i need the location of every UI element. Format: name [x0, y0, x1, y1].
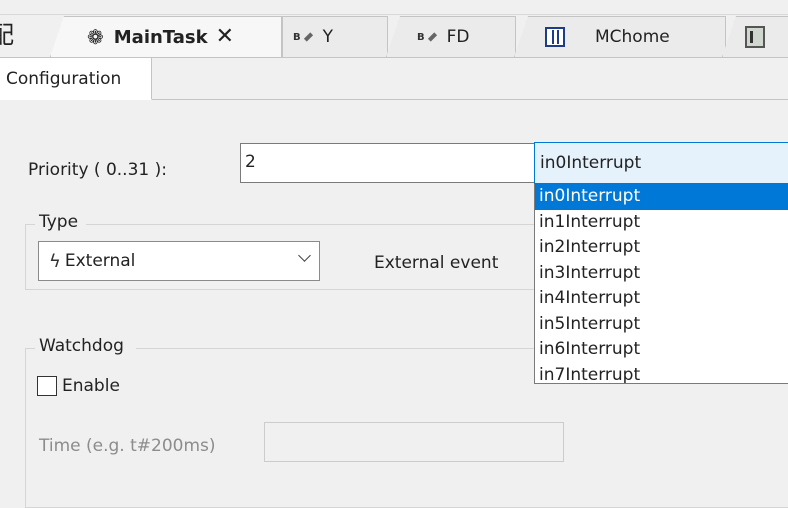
tab-label: MainTask — [113, 26, 208, 48]
external-event-value: in0Interrupt — [540, 153, 642, 173]
lightning-icon: ϟ — [49, 250, 61, 272]
pou-icon: B — [293, 32, 313, 43]
dropdown-option[interactable]: in4Interrupt — [535, 286, 788, 312]
tab-configuration[interactable]: Configuration — [0, 58, 152, 100]
tab-device-partial[interactable] — [722, 16, 788, 57]
external-event-label: External event — [374, 253, 499, 273]
time-input[interactable] — [264, 422, 564, 462]
external-event-dropdown-list: in0Interrupt in1Interrupt in2Interrupt i… — [534, 184, 788, 384]
enable-label: Enable — [62, 376, 120, 396]
subtab-label: Configuration — [6, 68, 122, 89]
dropdown-option[interactable]: in1Interrupt — [535, 210, 788, 236]
time-label: Time (e.g. t#200ms) — [39, 436, 216, 456]
editor-tab-strip: 配 ❁ MainTask ✕ B Y B FD MChome — [0, 0, 788, 58]
enable-checkbox[interactable] — [37, 376, 57, 396]
pou-icon: B — [417, 32, 437, 43]
tab-fd[interactable]: B FD — [386, 16, 516, 57]
chevron-down-icon — [298, 249, 311, 262]
editor-subtabs: Configuration — [0, 58, 788, 100]
tab-maintask[interactable]: ❁ MainTask ✕ — [50, 16, 282, 57]
priority-value: 2 — [245, 152, 256, 172]
dropdown-option[interactable]: in6Interrupt — [535, 337, 788, 363]
priority-label: Priority ( 0..31 ): — [28, 160, 167, 180]
device-icon — [745, 26, 765, 48]
dropdown-option[interactable]: in5Interrupt — [535, 312, 788, 338]
dropdown-option[interactable]: in2Interrupt — [535, 235, 788, 261]
tab-y[interactable]: B Y — [282, 16, 388, 57]
external-event-select[interactable]: in0Interrupt — [534, 142, 788, 184]
tab-label: MChome — [595, 27, 670, 47]
truncated-tab-glyph: 配 — [0, 21, 14, 49]
function-block-icon — [545, 27, 565, 47]
tab-mchome[interactable]: MChome — [514, 16, 726, 57]
type-selected-value: External — [64, 251, 136, 271]
close-icon[interactable]: ✕ — [216, 26, 234, 48]
tab-label: FD — [446, 27, 470, 47]
tab-label: Y — [322, 27, 334, 47]
type-select[interactable]: ϟ External — [38, 241, 320, 281]
dropdown-option[interactable]: in0Interrupt — [535, 184, 788, 210]
dropdown-option[interactable]: in3Interrupt — [535, 261, 788, 287]
dropdown-option[interactable]: in7Interrupt — [535, 363, 788, 384]
task-icon: ❁ — [87, 25, 104, 49]
tab-strip-top-border — [0, 14, 788, 15]
